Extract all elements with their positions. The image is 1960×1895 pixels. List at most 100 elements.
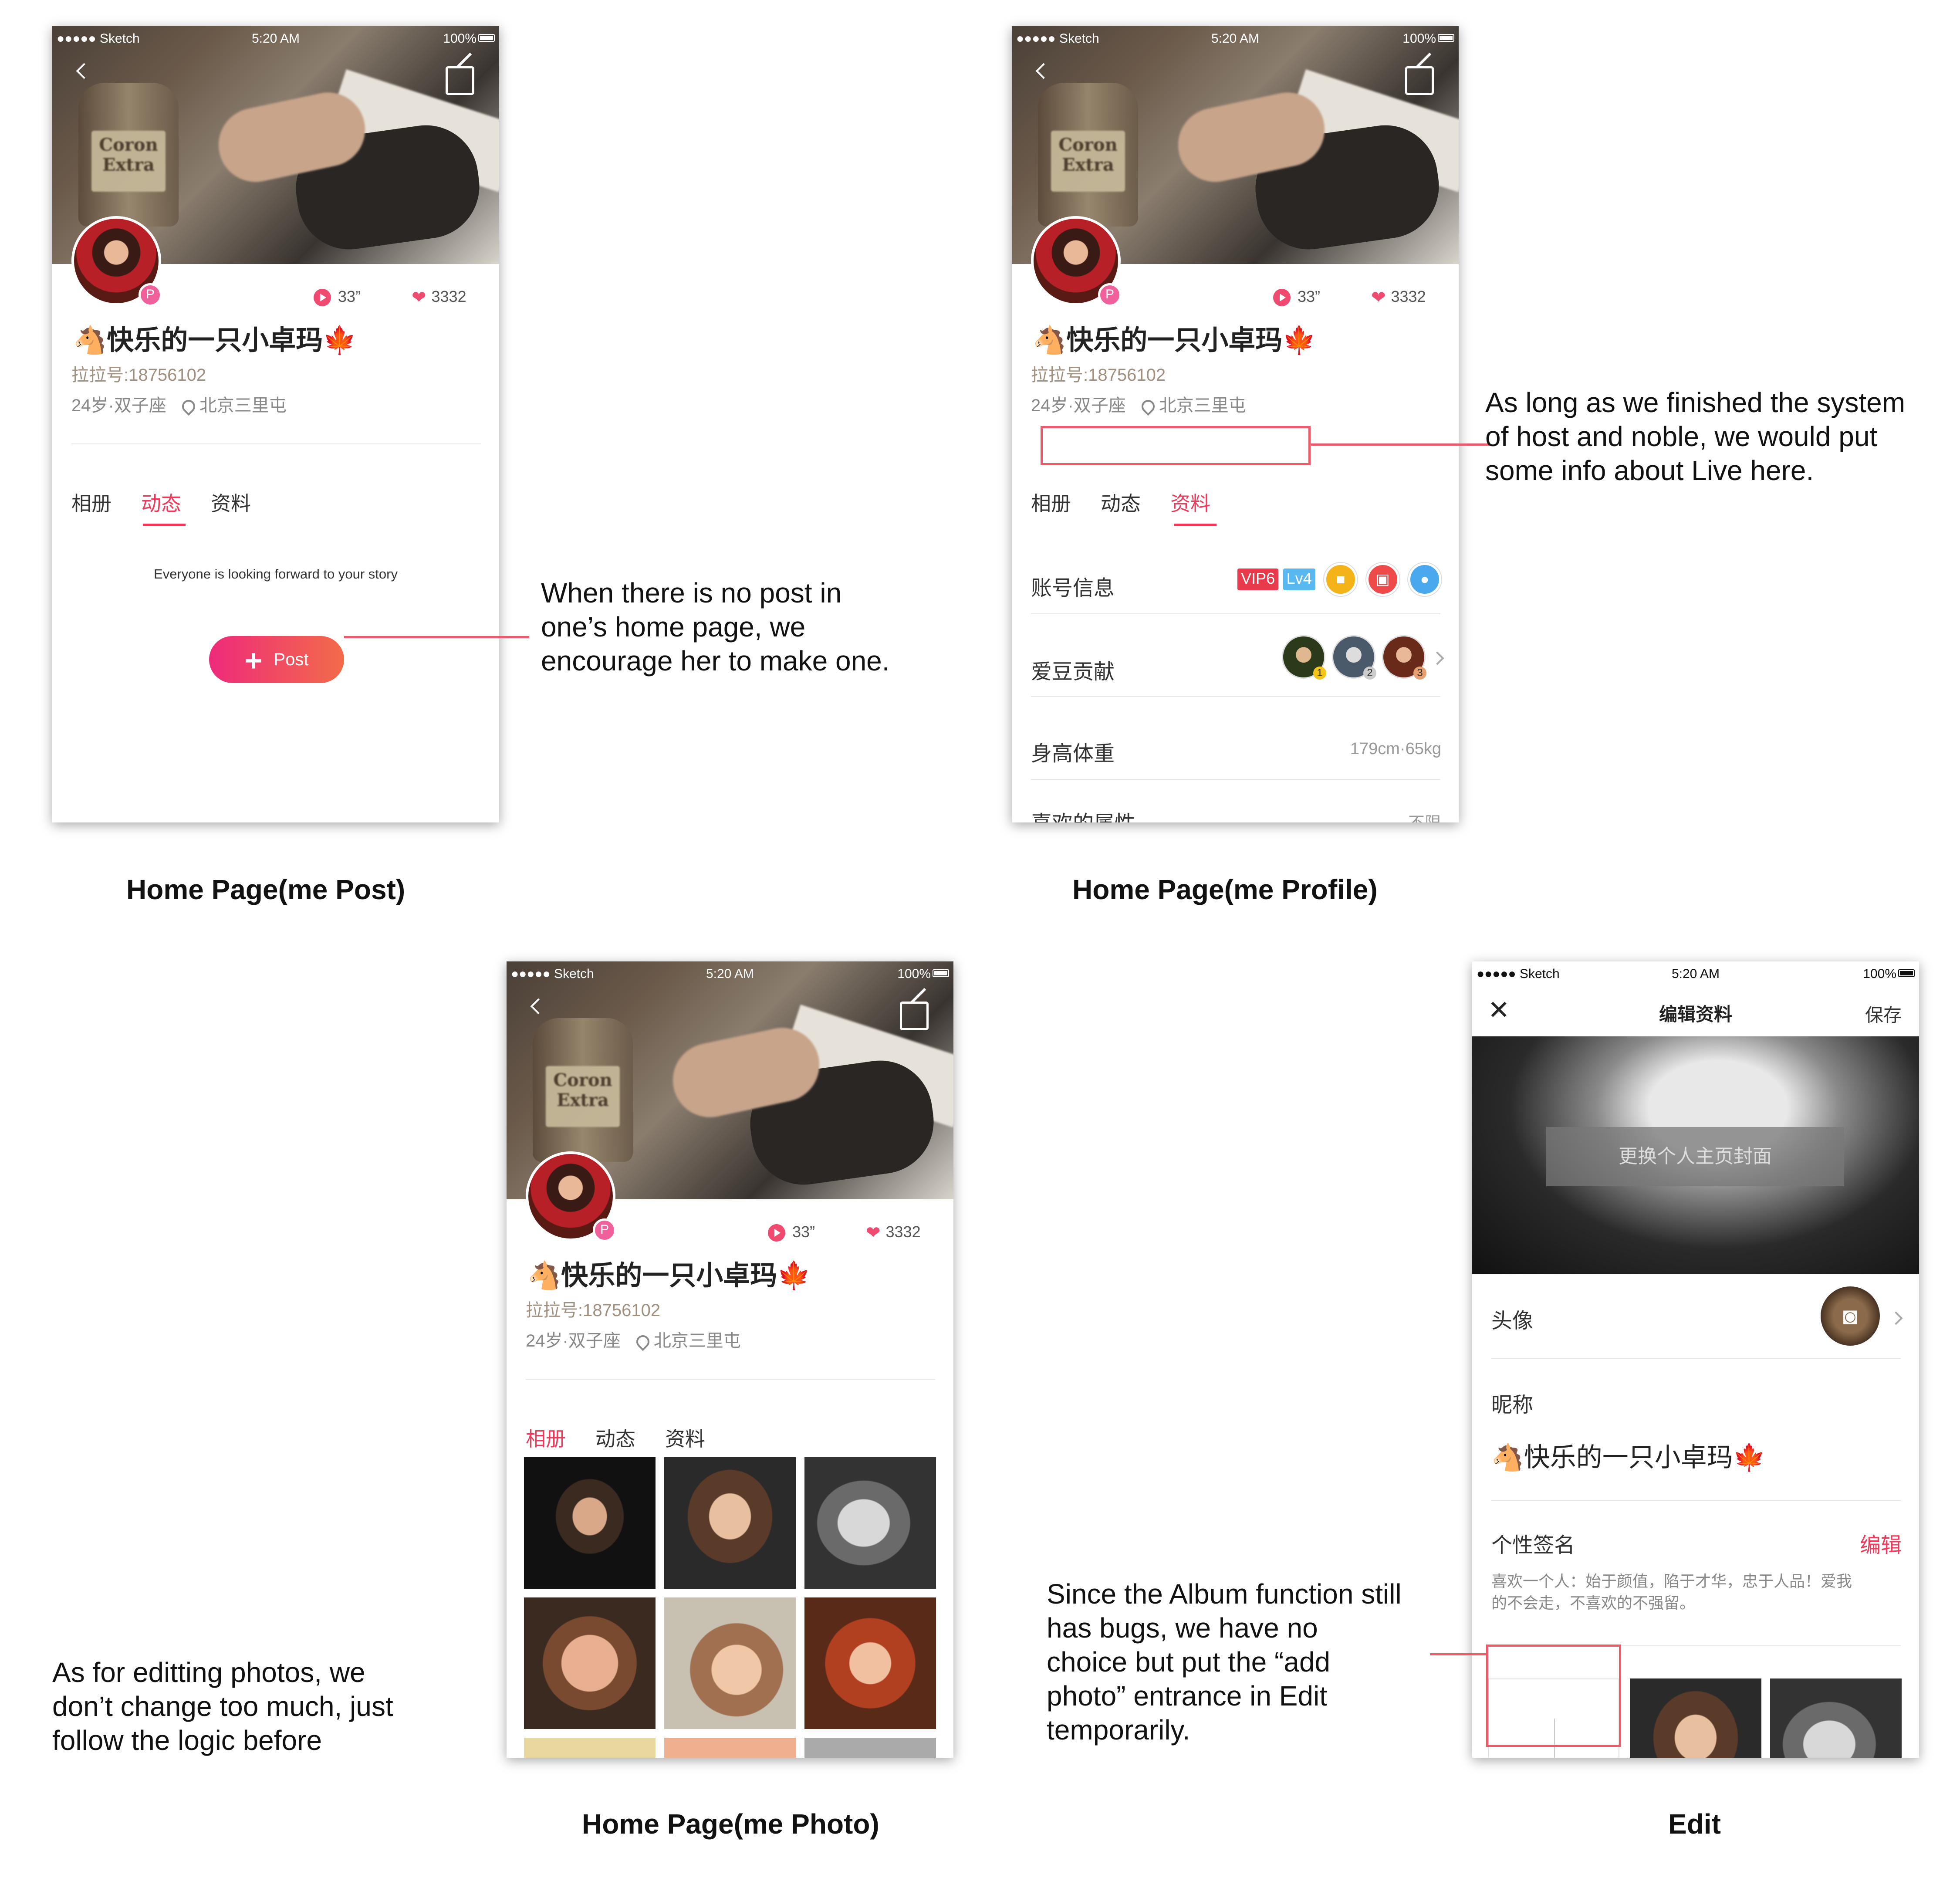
play-count: 33” (314, 288, 361, 307)
horse-icon: 🐴 (1491, 1443, 1524, 1472)
profile-name-text: 快乐的一只小卓玛 (561, 1261, 777, 1291)
verified-badge: P (593, 1218, 616, 1242)
note-line: When there is no post in (541, 577, 842, 609)
maple-leaf-icon: 🍁 (323, 325, 357, 355)
save-button[interactable]: 保存 (1865, 1001, 1902, 1027)
play-count: 33” (1273, 288, 1321, 307)
maple-leaf-icon: 🍁 (777, 1261, 811, 1291)
note-line: choice but put the “add (1047, 1646, 1331, 1678)
status-battery: 100% (1863, 967, 1896, 981)
status-time: 5:20 AM (706, 967, 754, 981)
note-line: encourage her to make one. (541, 645, 890, 677)
annotation-line (1311, 443, 1490, 446)
maple-leaf-icon: 🍁 (1282, 325, 1316, 355)
album-photo[interactable] (524, 1457, 656, 1589)
play-icon (1273, 289, 1291, 307)
status-battery: 100% (443, 31, 476, 46)
note-line: don’t change too much, just (52, 1691, 393, 1722)
album-photo[interactable] (804, 1457, 936, 1589)
play-count-value: 33” (1298, 288, 1321, 305)
empty-state-text: Everyone is looking forward to your stor… (154, 566, 398, 582)
divider (1491, 1500, 1901, 1501)
album-photo[interactable] (664, 1457, 796, 1589)
divider (71, 443, 481, 444)
location-icon (1139, 397, 1158, 416)
status-time: 5:20 AM (1211, 31, 1260, 46)
age-sign: 24岁·双子座 (526, 1331, 621, 1350)
note-line: As long as we finished the system (1485, 387, 1906, 418)
battery-icon (1438, 34, 1454, 42)
tab-album[interactable]: 相册 (526, 1423, 566, 1452)
like-count-value: 3332 (885, 1223, 921, 1241)
tab-profile[interactable]: 资料 (211, 488, 251, 517)
tab-indicator (143, 524, 186, 526)
user-id: 拉拉号:18756102 (526, 1301, 661, 1320)
edit-icon[interactable] (900, 1002, 929, 1030)
album-photo[interactable] (1630, 1678, 1761, 1758)
tab-profile[interactable]: 资料 (665, 1423, 705, 1452)
vip-badge: VIP6 (1237, 568, 1279, 590)
tab-bar: 相册 动态 资料 (1031, 488, 1240, 517)
avatar-label: 头像 (1491, 1310, 1534, 1333)
tab-profile[interactable]: 资料 (1170, 488, 1210, 517)
album-photo[interactable] (1770, 1678, 1902, 1758)
nickname-field[interactable]: 🐴快乐的一只小卓玛🍁 (1491, 1436, 1765, 1474)
album-photo[interactable] (664, 1597, 796, 1729)
play-count: 33” (768, 1223, 815, 1242)
nickname-label: 昵称 (1491, 1394, 1534, 1417)
status-time: 5:20 AM (1671, 967, 1720, 981)
post-button[interactable]: + Post (209, 636, 344, 683)
annotation-photo: As for editting photos, we don’t change … (52, 1655, 393, 1757)
fan-rank: 2 (1363, 667, 1376, 680)
profile-meta: 24岁·双子座 北京三里屯 (1031, 391, 1246, 416)
album-photo[interactable] (524, 1738, 656, 1758)
album-photo[interactable] (664, 1738, 796, 1758)
album-photo[interactable] (804, 1738, 936, 1758)
status-time: 5:20 AM (251, 31, 300, 46)
verified-badge: P (139, 283, 162, 307)
chevron-right-icon[interactable] (1889, 1311, 1903, 1325)
signature-line: 的不会走，不喜欢的不强留。 (1491, 1594, 1696, 1612)
add-photo-highlight (1486, 1645, 1621, 1747)
tab-posts[interactable]: 动态 (595, 1423, 635, 1452)
age-sign: 24岁·双子座 (1031, 396, 1126, 415)
tab-posts[interactable]: 动态 (141, 488, 181, 517)
post-button-label: Post (274, 650, 309, 669)
note-line: Since the Album function still (1047, 1578, 1402, 1610)
phone-screen-profile: Coron Extra ●●●●● Sketch 5:20 AM 100% P 3… (1012, 26, 1459, 822)
annotation-line (1430, 1653, 1487, 1655)
status-battery: 100% (1402, 31, 1436, 46)
camera-icon[interactable]: ◙ (1821, 1286, 1880, 1346)
tab-bar: 相册 动态 资料 (526, 1423, 735, 1452)
tab-album[interactable]: 相册 (71, 488, 112, 517)
plus-icon: + (244, 643, 263, 678)
tab-posts[interactable]: 动态 (1101, 488, 1141, 517)
fan-contribution-label[interactable]: 爱豆贡献 (1031, 654, 1115, 685)
location: 北京三里屯 (199, 396, 287, 415)
annotation-line (344, 636, 529, 638)
signature-edit-button[interactable]: 编辑 (1860, 1528, 1902, 1558)
account-info-label: 账号信息 (1031, 577, 1115, 600)
chevron-right-icon[interactable] (1430, 651, 1444, 665)
note-line: has bugs, we have no (1047, 1612, 1318, 1644)
edit-icon[interactable] (446, 66, 474, 95)
tab-album[interactable]: 相册 (1031, 488, 1071, 517)
album-photo[interactable] (524, 1597, 656, 1729)
edit-icon[interactable] (1405, 66, 1434, 95)
annotation-post: When there is no post in one’s home page… (541, 576, 890, 678)
signature-text: 喜欢一个人：始于颜值，陷于才华，忠于人品！爱我 的不会走，不喜欢的不强留。 (1491, 1570, 1852, 1614)
preference-label: 喜欢的属性 (1031, 806, 1135, 822)
status-bar: ●●●●● Sketch 5:20 AM 100% (507, 961, 953, 988)
status-battery: 100% (897, 967, 931, 981)
age-sign: 24岁·双子座 (71, 396, 166, 415)
horse-icon: 🐴 (73, 325, 107, 355)
note-line: one’s home page, we (541, 611, 806, 643)
phone-screen-photo: Coron Extra ●●●●● Sketch 5:20 AM 100% P 3… (507, 961, 953, 1758)
phone-screen-edit: ●●●●● Sketch 5:20 AM 100% ✕ 编辑资料 保存 更换个人… (1472, 961, 1919, 1758)
play-count-value: 33” (338, 288, 361, 305)
album-photo[interactable] (804, 1597, 936, 1729)
tab-indicator (1174, 524, 1217, 526)
change-cover-button[interactable]: 更换个人主页封面 (1546, 1127, 1844, 1186)
battery-icon (478, 34, 495, 42)
verified-badge: P (1098, 283, 1122, 307)
